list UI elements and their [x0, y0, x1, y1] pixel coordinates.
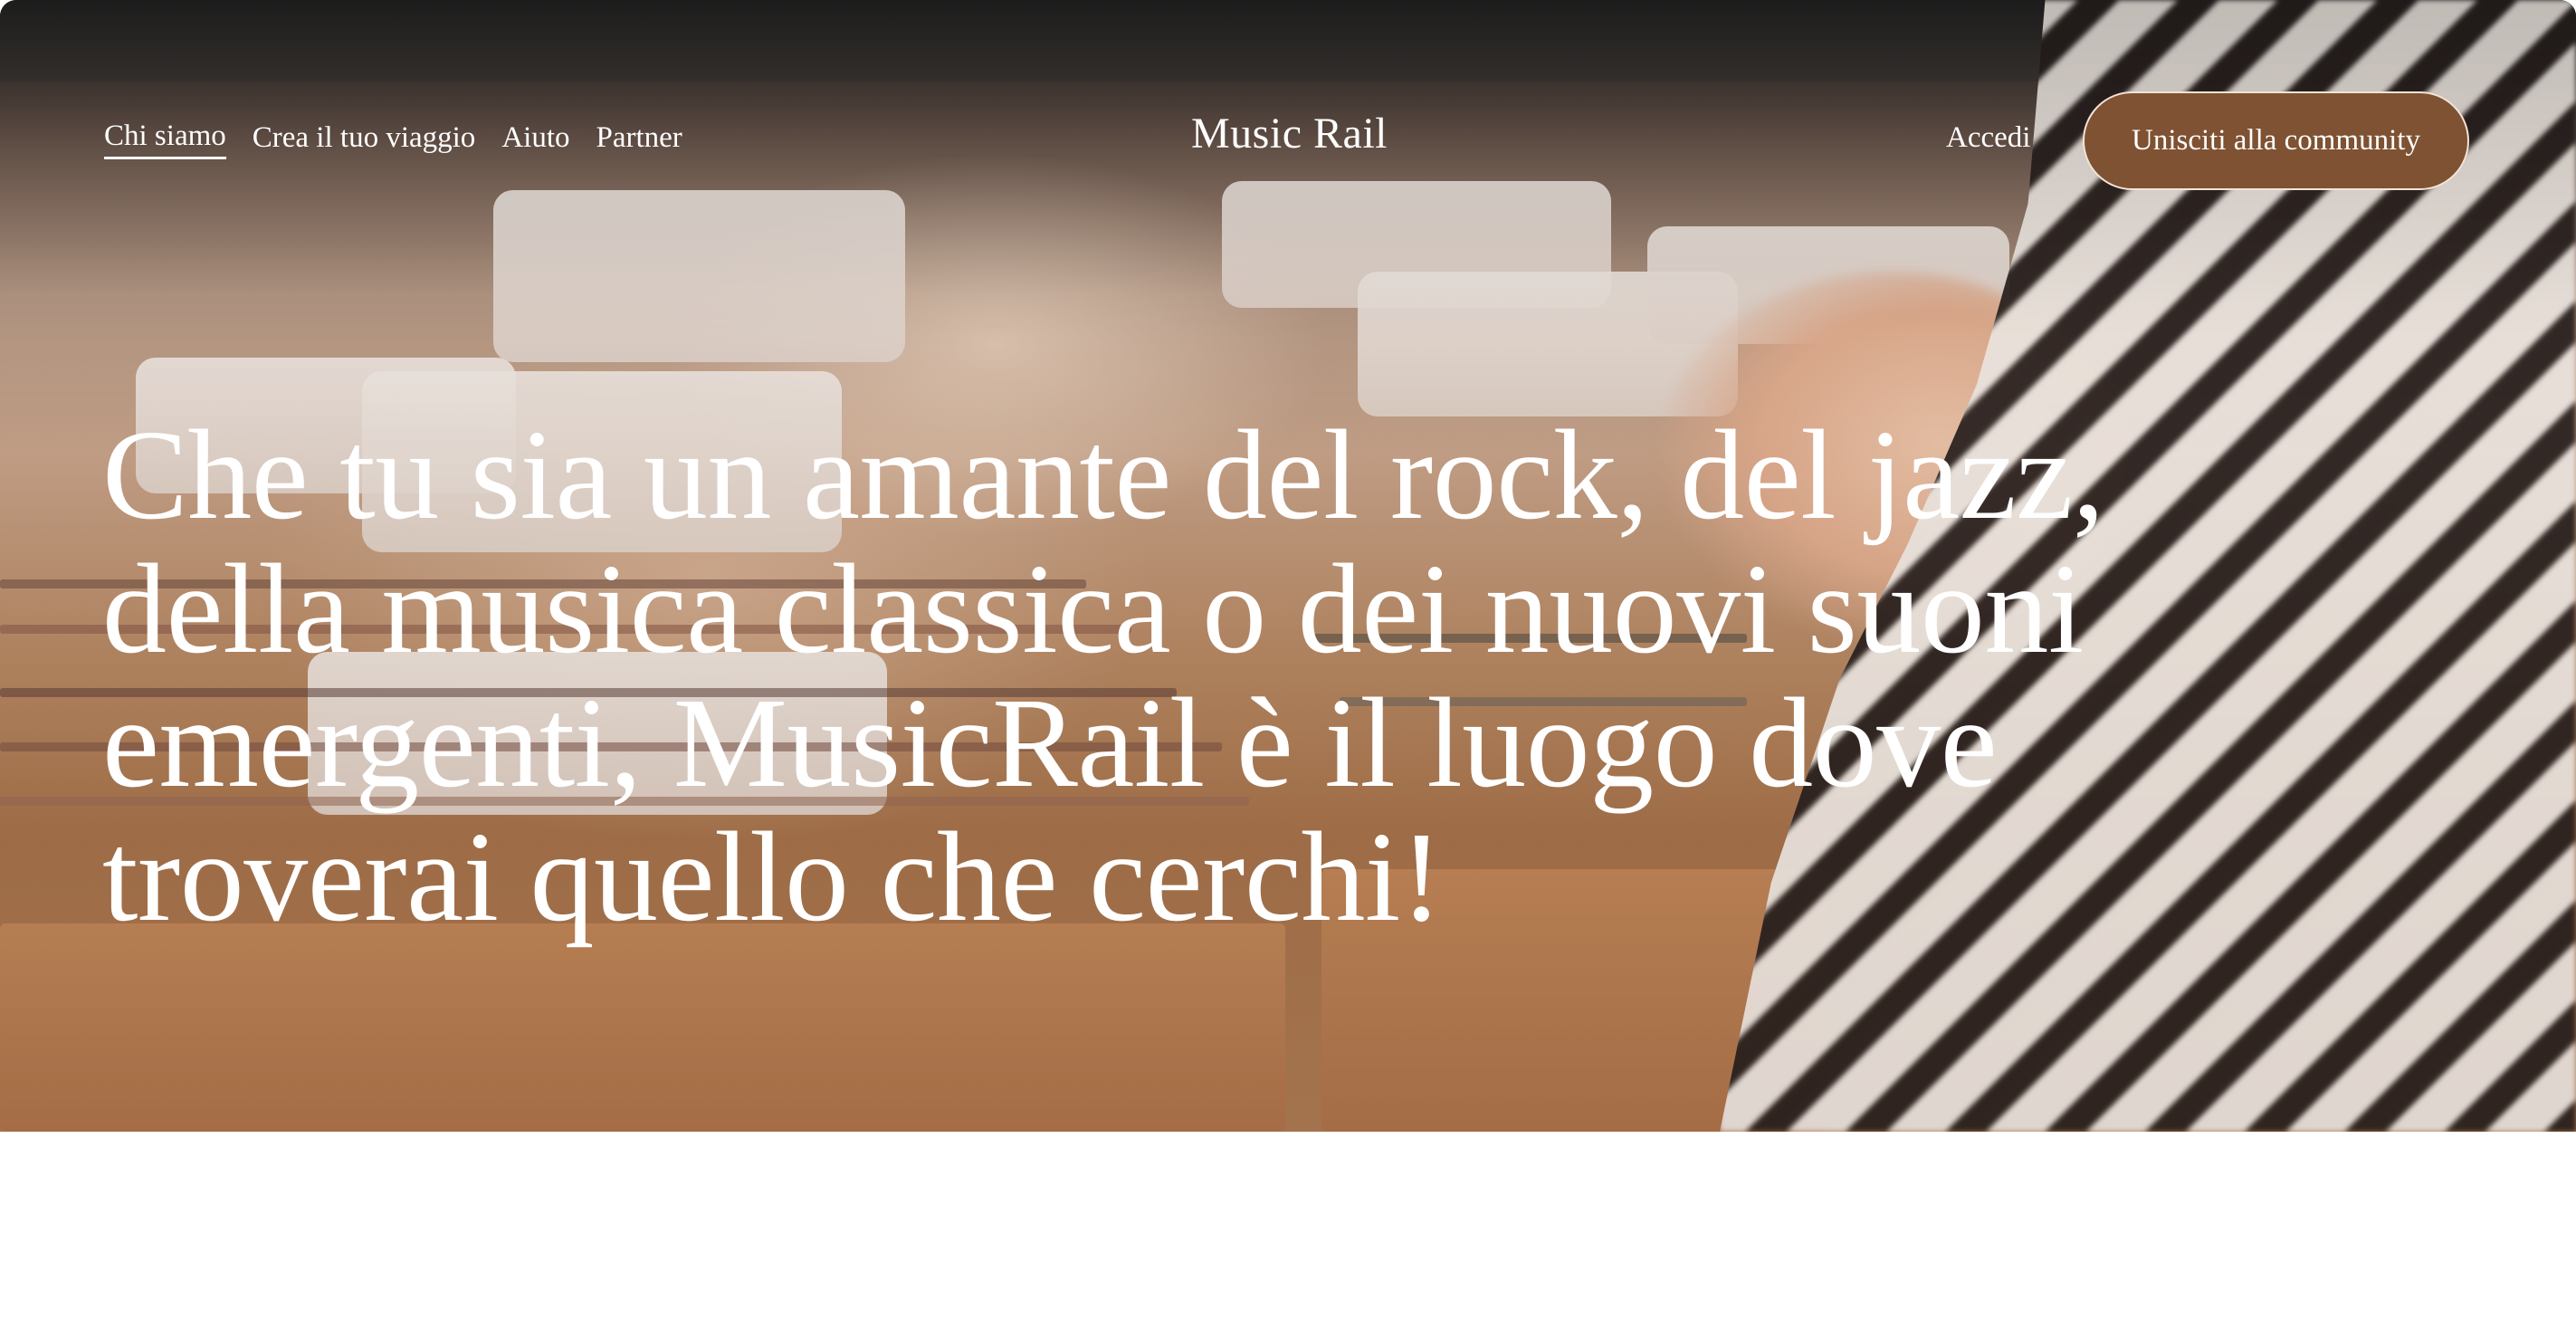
- nav-link-crea-viaggio[interactable]: Crea il tuo viaggio: [253, 121, 476, 158]
- nav-link-aiuto[interactable]: Aiuto: [501, 121, 569, 158]
- login-link[interactable]: Accedi: [1946, 121, 2030, 155]
- hero-headline: Che tu sia un amante del rock, del jazz,…: [102, 403, 2104, 948]
- join-community-button[interactable]: Unisciti alla community: [2083, 91, 2469, 190]
- hero-section: Chi siamo Crea il tuo viaggio Aiuto Part…: [0, 0, 2576, 1132]
- main-nav: Chi siamo Crea il tuo viaggio Aiuto Part…: [104, 120, 709, 159]
- site-logo[interactable]: Music Rail: [1191, 109, 1388, 158]
- nav-link-partner[interactable]: Partner: [596, 121, 682, 158]
- nav-link-chi-siamo[interactable]: Chi siamo: [104, 120, 226, 159]
- page: Chi siamo Crea il tuo viaggio Aiuto Part…: [0, 0, 2576, 1320]
